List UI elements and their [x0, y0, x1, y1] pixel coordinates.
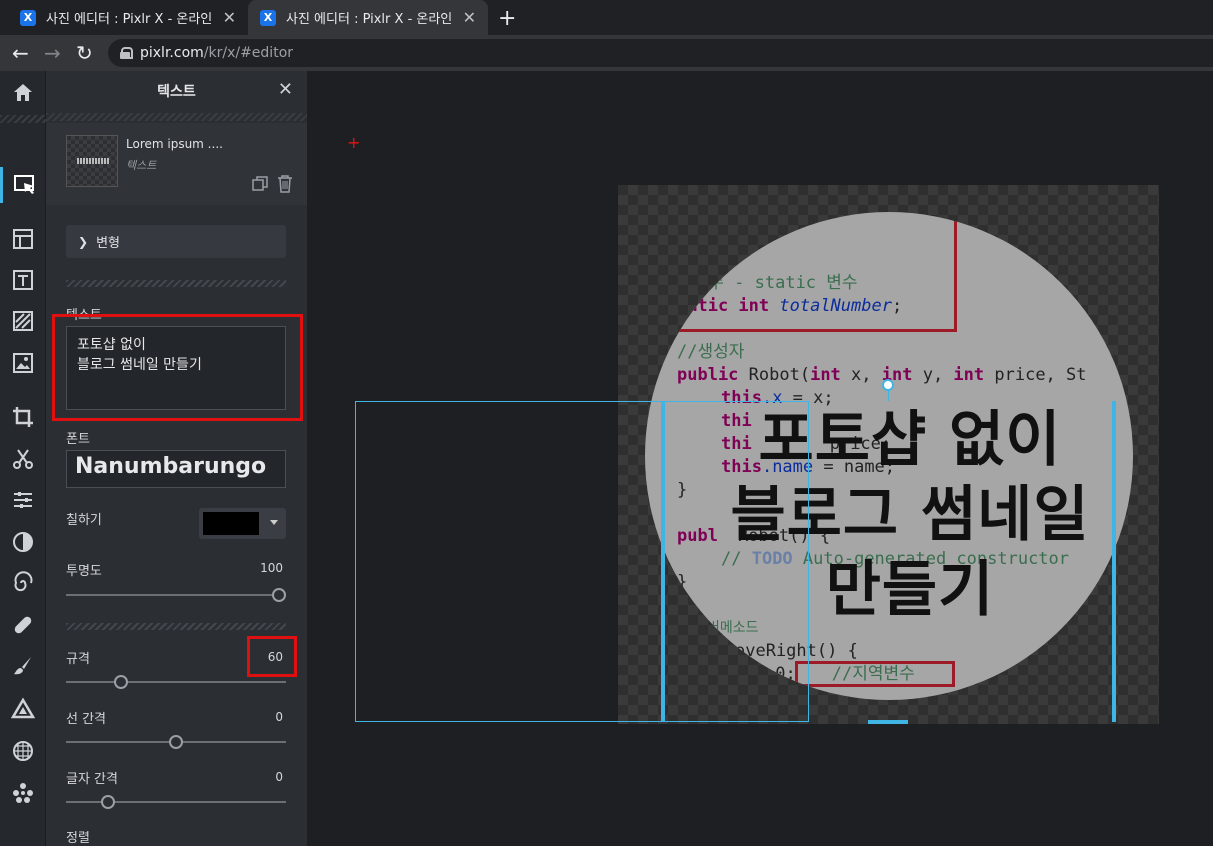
panel-divider: [46, 113, 307, 121]
layer-thumbnail: [66, 135, 118, 187]
layer-type: 텍스트: [126, 159, 157, 172]
crop-icon[interactable]: [0, 399, 46, 435]
close-tab-icon[interactable]: ✕: [223, 8, 236, 27]
retouch-icon[interactable]: [0, 607, 46, 643]
line-spacing-slider[interactable]: [66, 735, 286, 749]
panel-title: 텍스트: [157, 84, 196, 100]
lock-icon: [120, 47, 133, 59]
highlight-box-text: [52, 314, 303, 421]
opacity-label: 투명도: [66, 564, 102, 579]
line-spacing-slider-handle[interactable]: [169, 735, 183, 749]
trash-icon[interactable]: [277, 175, 293, 193]
fill-color-select[interactable]: [199, 508, 286, 539]
letter-spacing-slider[interactable]: [66, 795, 286, 809]
crosshair-marker: +: [347, 133, 361, 152]
text-properties-panel: 텍스트 ✕ Lorem ipsum .... 텍스트 ❯ 변형 텍스트 포토샵 …: [46, 71, 307, 846]
layout-icon[interactable]: [0, 221, 46, 257]
pattern-icon[interactable]: [0, 303, 46, 339]
size-label: 규격: [66, 652, 90, 667]
letter-spacing-value: 0: [275, 770, 283, 784]
headline-line-2: 블로그 썸네일: [730, 480, 1090, 550]
fill-color-swatch: [203, 512, 259, 535]
editor-workspace[interactable]: + ame; 버변수 - static 변수 tatic int totalNu…: [307, 71, 1213, 846]
selection-right-handle[interactable]: [1112, 401, 1116, 722]
section-divider: [66, 623, 286, 630]
code-line: }: [677, 572, 688, 592]
elements-icon[interactable]: [0, 775, 46, 811]
browser-tab-2[interactable]: X 사진 에디터 : Pixlr X - 온라인 무 ✕: [248, 0, 488, 35]
align-label: 정렬: [66, 831, 90, 846]
rotate-handle[interactable]: [882, 379, 894, 391]
transform-toggle-button[interactable]: ❯ 변형: [66, 225, 286, 258]
section-divider: [66, 280, 286, 287]
liquify-icon[interactable]: [0, 565, 46, 601]
chevron-right-icon: ❯: [78, 234, 89, 249]
image-icon[interactable]: [0, 345, 46, 381]
new-tab-button[interactable]: +: [498, 6, 516, 31]
pixlr-favicon-icon: X: [260, 9, 276, 26]
filter-icon[interactable]: [0, 524, 46, 560]
opacity-slider[interactable]: [66, 588, 286, 602]
browser-tab-1[interactable]: X 사진 에디터 : Pixlr X - 온라인 무 ✕: [8, 0, 248, 35]
grid-icon[interactable]: [0, 733, 46, 769]
code-highlight-box: [795, 661, 955, 687]
circle-image: ame; 버변수 - static 변수 tatic int totalNumb…: [645, 212, 1133, 700]
size-slider[interactable]: [66, 675, 286, 689]
close-panel-icon[interactable]: ✕: [278, 79, 293, 100]
line-spacing-label: 선 간격: [66, 712, 107, 727]
pixlr-favicon-icon: X: [20, 9, 36, 26]
font-label: 폰트: [66, 432, 90, 447]
tab-title: 사진 에디터 : Pixlr X - 온라인 무: [286, 12, 455, 27]
home-icon[interactable]: [0, 75, 46, 111]
line-spacing-value: 0: [275, 710, 283, 724]
opacity-value: 100: [260, 561, 283, 575]
close-tab-icon[interactable]: ✕: [463, 8, 476, 27]
address-bar: ← → ↻ pixlr.com/kr/x/#editor: [0, 35, 1213, 71]
selection-left-handle[interactable]: [661, 401, 665, 722]
highlight-box-size: [247, 636, 297, 677]
url-domain: pixlr.com: [140, 45, 204, 61]
image-canvas[interactable]: ame; 버변수 - static 변수 tatic int totalNumb…: [618, 185, 1159, 724]
url-path: /kr/x/#editor: [203, 45, 294, 61]
headline-line-3: 만들기: [825, 555, 995, 625]
text-icon[interactable]: [0, 262, 46, 298]
cutout-icon[interactable]: [0, 441, 46, 477]
transform-label: 변형: [96, 236, 120, 251]
size-slider-handle[interactable]: [114, 675, 128, 689]
shape-icon[interactable]: [0, 691, 46, 727]
font-select[interactable]: Nanumbarungo: [66, 450, 286, 488]
reload-icon[interactable]: ↻: [76, 41, 93, 65]
layer-actions: [251, 175, 293, 193]
back-icon[interactable]: ←: [12, 41, 29, 65]
selection-bottom-handle[interactable]: [868, 720, 908, 724]
headline-line-1: 포토샵 없이: [758, 405, 1062, 475]
letter-spacing-slider-handle[interactable]: [101, 795, 115, 809]
layer-card[interactable]: Lorem ipsum .... 텍스트: [46, 123, 307, 205]
fill-label: 칠하기: [66, 513, 102, 528]
layer-name: Lorem ipsum ....: [126, 137, 223, 151]
code-line: oveRight() {: [735, 641, 858, 661]
code-highlight-box: [645, 212, 957, 332]
forward-icon[interactable]: →: [44, 41, 61, 65]
opacity-slider-handle[interactable]: [272, 588, 286, 602]
duplicate-icon[interactable]: [251, 175, 269, 193]
adjust-icon[interactable]: [0, 482, 46, 518]
tab-title: 사진 에디터 : Pixlr X - 온라인 무: [46, 12, 215, 27]
caret-down-icon: [270, 520, 278, 525]
toolbar-divider: [0, 115, 46, 123]
letter-spacing-label: 글자 간격: [66, 772, 118, 787]
code-line: }: [677, 480, 688, 500]
arrange-icon[interactable]: [0, 167, 46, 203]
brush-icon[interactable]: [0, 648, 46, 684]
code-line: //생성자: [677, 342, 745, 362]
tool-sidebar: [0, 71, 46, 846]
browser-tab-strip: X 사진 에디터 : Pixlr X - 온라인 무 ✕ X 사진 에디터 : …: [0, 0, 1213, 35]
url-input[interactable]: pixlr.com/kr/x/#editor: [108, 39, 1213, 67]
